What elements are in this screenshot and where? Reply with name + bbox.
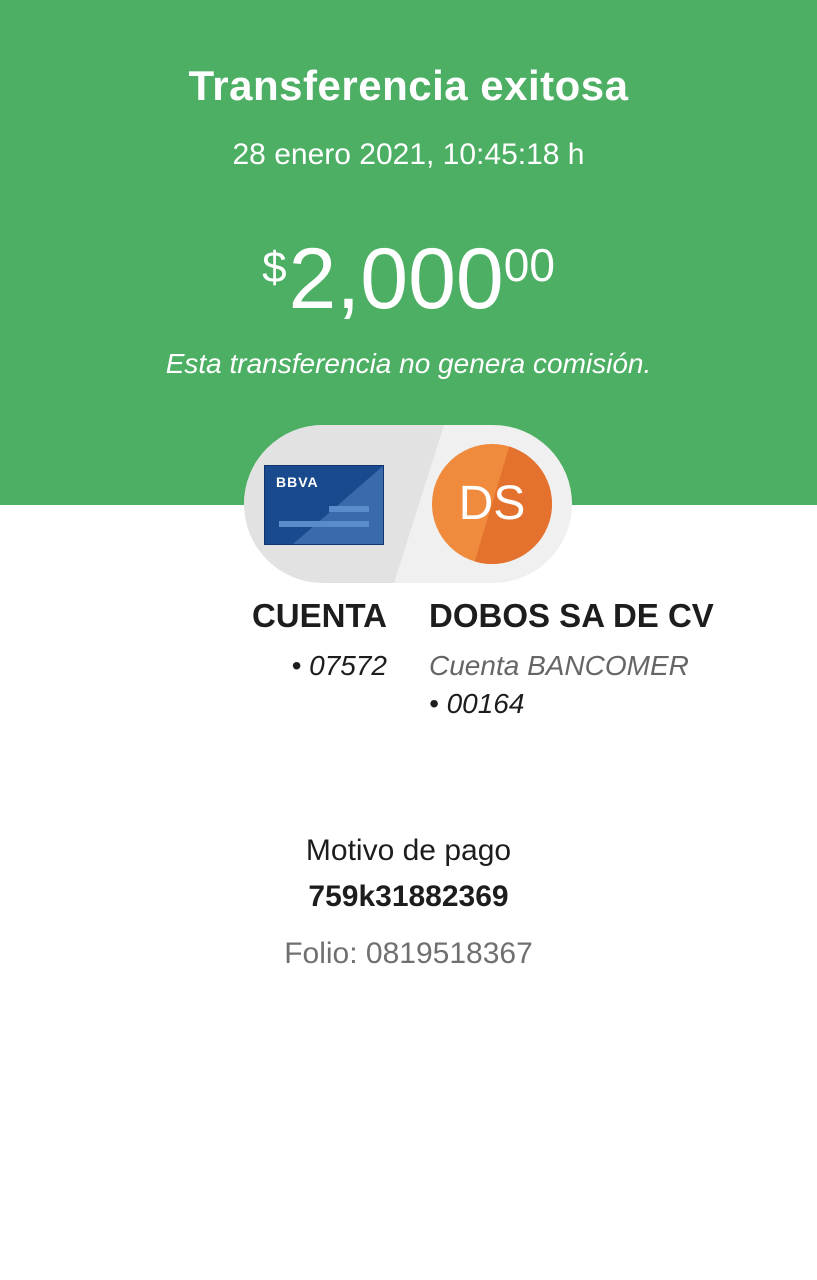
card-brand-logo: BBVA xyxy=(276,474,319,490)
payment-reason-value: 759k31882369 xyxy=(308,880,509,913)
amount-decimals: 00 xyxy=(503,239,555,291)
transfer-datetime: 28 enero 2021, 10:45:18 h xyxy=(232,138,585,171)
recipient-account-number: • 00164 xyxy=(429,688,525,719)
folio-number: Folio: 0819518367 xyxy=(284,937,533,970)
transfer-receipt-screen: Transferencia exitosa 28 enero 2021, 10:… xyxy=(0,0,817,1280)
amount-currency-symbol: $ xyxy=(262,243,287,292)
origin-account-title: CUENTA xyxy=(251,597,387,634)
transfer-parties-pill: BBVA DS xyxy=(244,425,572,583)
amount-integer: 2,000 xyxy=(288,231,504,327)
transfer-amount: $2,00000 xyxy=(0,236,817,322)
page-title: Transferencia exitosa xyxy=(188,62,629,109)
commission-note: Esta transferencia no genera comisión. xyxy=(165,348,652,379)
payment-reason-label: Motivo de pago xyxy=(305,834,512,867)
recipient-initials: DS xyxy=(458,477,526,530)
recipient-bank: Cuenta BANCOMER xyxy=(429,650,689,681)
recipient-name: DOBOS SA DE CV xyxy=(429,597,714,634)
bank-card-icon: BBVA xyxy=(264,465,384,545)
origin-account-number: • 07572 xyxy=(291,650,387,681)
recipient-avatar: DS xyxy=(432,444,552,564)
